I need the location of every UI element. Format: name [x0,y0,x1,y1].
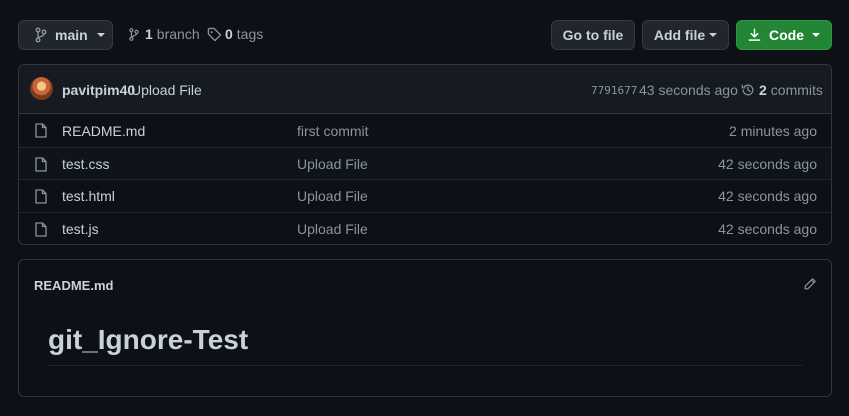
download-icon [748,28,761,42]
tag-icon [207,27,222,42]
readme-heading: git_Ignore-Test [48,324,249,355]
file-icon [35,222,47,237]
file-commit-time: 42 seconds ago [718,156,817,172]
branch-name: main [55,27,88,43]
file-commit-time: 42 seconds ago [718,221,817,237]
file-row[interactable]: test.html Upload File 42 seconds ago [19,179,831,212]
file-name[interactable]: test.js [62,221,99,237]
git-branch-icon [128,27,140,42]
tags-link[interactable]: 0 tags [207,26,263,42]
file-commit-message[interactable]: Upload File [297,188,368,204]
branches-link[interactable]: 1 branch [128,26,200,42]
file-row[interactable]: test.css Upload File 42 seconds ago [19,147,831,180]
file-name[interactable]: test.css [62,156,109,172]
avatar[interactable] [30,77,53,100]
go-to-file-button[interactable]: Go to file [551,20,635,50]
file-commit-time: 2 minutes ago [729,122,817,139]
add-file-button[interactable]: Add file [642,20,729,50]
heading-divider [48,365,802,366]
history-icon [741,83,755,97]
file-row[interactable]: README.md first commit 2 minutes ago [19,114,831,147]
chevron-down-icon [709,33,718,37]
commits-link[interactable]: 2 commits [741,82,823,98]
file-commit-message[interactable]: Upload File [297,156,368,172]
branch-count: 1 [145,26,153,42]
tag-count: 0 [225,26,233,42]
file-commit-time: 42 seconds ago [718,188,817,204]
latest-commit-bar: pavitpim40 Upload File 7791677 43 second… [19,65,831,114]
commit-time: 43 seconds ago [639,82,738,98]
commit-sha[interactable]: 7791677 [591,84,637,97]
file-browser: pavitpim40 Upload File 7791677 43 second… [18,64,832,245]
branch-select-button[interactable]: main [18,20,113,50]
add-file-label: Add file [653,27,706,43]
code-label: Code [769,27,804,43]
file-icon [35,123,47,138]
file-name[interactable]: README.md [62,123,145,139]
chevron-down-icon [812,33,820,37]
git-branch-icon [34,27,48,43]
readme-filename: README.md [34,278,114,293]
branch-label: branch [156,26,200,42]
file-commit-message[interactable]: first commit [297,123,369,139]
commit-message[interactable]: Upload File [131,82,202,98]
file-icon [35,157,47,172]
commit-count: 2 [759,82,767,98]
file-icon [35,189,47,204]
file-commit-message[interactable]: Upload File [297,221,368,237]
readme-box: README.md git_Ignore-Test [18,259,832,397]
commit-author[interactable]: pavitpim40 [62,82,135,98]
file-name[interactable]: test.html [62,188,115,204]
go-to-file-label: Go to file [562,27,624,43]
chevron-down-icon [96,33,105,37]
tag-label: tags [236,26,264,42]
pencil-icon[interactable] [803,277,817,291]
file-row[interactable]: test.js Upload File 42 seconds ago [19,212,831,245]
commit-label: commits [770,82,823,98]
code-button[interactable]: Code [736,20,832,50]
